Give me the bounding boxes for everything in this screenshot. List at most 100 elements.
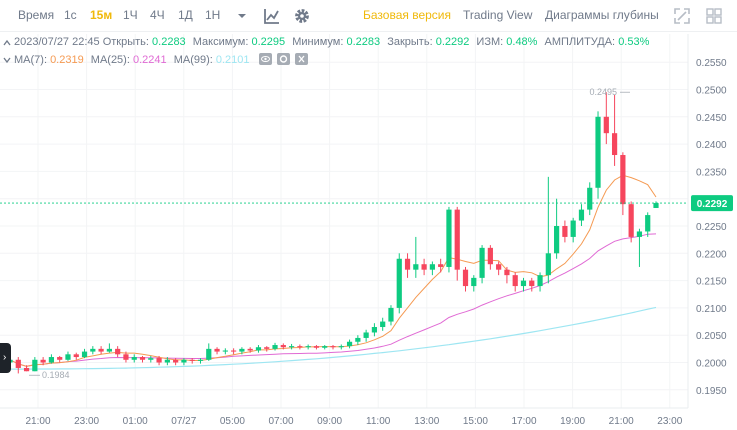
candle-down bbox=[264, 347, 270, 349]
fullscreen-icon[interactable] bbox=[672, 6, 692, 26]
interval-15m[interactable]: 15м bbox=[90, 8, 112, 22]
candle-up bbox=[479, 247, 485, 278]
candle-up bbox=[537, 275, 543, 287]
x-tick-label: 21:00 bbox=[25, 416, 50, 427]
low-label: Минимум: bbox=[292, 36, 344, 48]
candle-down bbox=[73, 354, 79, 358]
candle-up bbox=[578, 209, 585, 221]
candle-up bbox=[645, 215, 651, 232]
low-marker-label: 0.1984 bbox=[42, 370, 70, 380]
candle-up bbox=[396, 258, 402, 308]
y-tick-label: 0.2450 bbox=[696, 113, 727, 124]
candle-down bbox=[15, 359, 21, 368]
candle-down bbox=[620, 155, 626, 205]
x-tick-label: 07:00 bbox=[268, 416, 293, 427]
ma7-label: MA(7): bbox=[14, 54, 47, 66]
candle-down bbox=[562, 226, 568, 237]
candle-up bbox=[388, 307, 394, 322]
candle-down bbox=[247, 348, 253, 351]
candle-up bbox=[520, 280, 527, 287]
candle-up bbox=[32, 359, 38, 372]
x-tick-label: 17:00 bbox=[511, 416, 536, 427]
chevron-down-icon[interactable] bbox=[2, 55, 12, 65]
change-label: ИЗМ: bbox=[476, 36, 504, 48]
high-label: Максимум: bbox=[192, 36, 249, 48]
x-axis: 21:00 23:00 01:00 07/27 05:00 07:00 09:00 11:00… bbox=[0, 407, 688, 427]
candle-datetime: 2023/07/27 22:45 bbox=[14, 36, 100, 48]
indicators-icon[interactable] bbox=[262, 6, 282, 26]
y-tick-label: 0.2250 bbox=[696, 222, 727, 233]
chevron-down-icon[interactable] bbox=[232, 6, 252, 26]
candle-down bbox=[438, 264, 444, 267]
interval-4h[interactable]: 4Ч bbox=[150, 8, 165, 22]
candle-up bbox=[363, 332, 369, 338]
candle-up bbox=[322, 346, 328, 348]
x-tick-label: 19:00 bbox=[560, 416, 585, 427]
candle-up bbox=[206, 348, 212, 360]
close-label: Закрыть: bbox=[387, 36, 433, 48]
y-tick-label: 0.2400 bbox=[696, 140, 727, 151]
view-basic[interactable]: Базовая версия bbox=[363, 8, 451, 22]
y-axis: 0.25500.25000.24500.24000.23500.23000.22… bbox=[687, 34, 727, 408]
change-value: 0.48% bbox=[506, 36, 538, 48]
x-tick-label: 23:00 bbox=[74, 416, 99, 427]
interval-1d[interactable]: 1Д bbox=[178, 8, 193, 22]
side-panel-toggle[interactable]: › bbox=[0, 343, 11, 373]
candle-up bbox=[595, 116, 601, 188]
settings-icon[interactable] bbox=[292, 6, 312, 26]
candle-up bbox=[272, 345, 278, 349]
candle-up bbox=[305, 346, 311, 348]
x-tick-label: 23:00 bbox=[657, 416, 682, 427]
chevron-up-icon[interactable] bbox=[2, 38, 12, 48]
candle-down bbox=[404, 258, 411, 270]
candle-down bbox=[173, 359, 179, 363]
x-tick-label: 15:00 bbox=[463, 416, 488, 427]
view-tradingview[interactable]: Trading View bbox=[463, 8, 532, 22]
candle-up bbox=[636, 231, 643, 237]
ma-info: MA(7): 0.2319 MA(25): 0.2241 MA(99): 0.2… bbox=[3, 53, 308, 66]
candle-up bbox=[429, 264, 435, 270]
y-tick-label: 0.2100 bbox=[696, 304, 727, 315]
candle-up bbox=[446, 209, 452, 267]
candle-up bbox=[346, 341, 353, 347]
candle-up bbox=[181, 359, 187, 363]
candle-down bbox=[280, 345, 286, 348]
candle-down bbox=[628, 204, 634, 237]
interval-1w[interactable]: 1Н bbox=[205, 8, 220, 22]
x-tick-label: 21:00 bbox=[609, 416, 634, 427]
high-marker-label: 0.2495 bbox=[589, 87, 617, 97]
candle-down bbox=[297, 346, 303, 348]
candle-up bbox=[197, 359, 204, 361]
candle-down bbox=[23, 367, 30, 372]
x-tick-label: 11:00 bbox=[366, 416, 391, 427]
interval-1s[interactable]: 1с bbox=[64, 8, 77, 22]
y-tick-label: 0.2350 bbox=[696, 167, 727, 178]
candle-up bbox=[570, 220, 576, 237]
close-icon[interactable] bbox=[294, 53, 308, 65]
candle-down bbox=[313, 346, 320, 348]
view-depth[interactable]: Диаграммы глубины bbox=[545, 8, 659, 22]
candle-up bbox=[380, 321, 386, 328]
candle-down bbox=[57, 357, 63, 360]
candle-down bbox=[603, 116, 609, 134]
candle-up bbox=[222, 350, 228, 352]
x-tick-label: 05:00 bbox=[220, 416, 245, 427]
interval-1h[interactable]: 1Ч bbox=[123, 8, 138, 22]
ma99-path bbox=[10, 306, 657, 370]
candle-up bbox=[653, 203, 659, 208]
visibility-icon[interactable] bbox=[258, 53, 272, 65]
candle-up bbox=[81, 351, 88, 358]
candles bbox=[7, 92, 659, 374]
settings-icon[interactable] bbox=[276, 53, 290, 65]
candle-up bbox=[371, 327, 378, 333]
grid-icon[interactable] bbox=[704, 6, 724, 26]
candle-down bbox=[512, 275, 518, 287]
candle-down bbox=[231, 350, 237, 352]
x-tick-label: 13:00 bbox=[414, 416, 439, 427]
time-label: Время bbox=[18, 8, 55, 22]
x-tick-label: 01:00 bbox=[123, 416, 148, 427]
candle-down bbox=[189, 359, 195, 361]
candle-up bbox=[65, 354, 71, 360]
price-chart[interactable]: 0.25500.25000.24500.24000.23500.23000.22… bbox=[0, 32, 737, 430]
amplitude-label: АМПЛИТУДА: bbox=[544, 36, 616, 48]
